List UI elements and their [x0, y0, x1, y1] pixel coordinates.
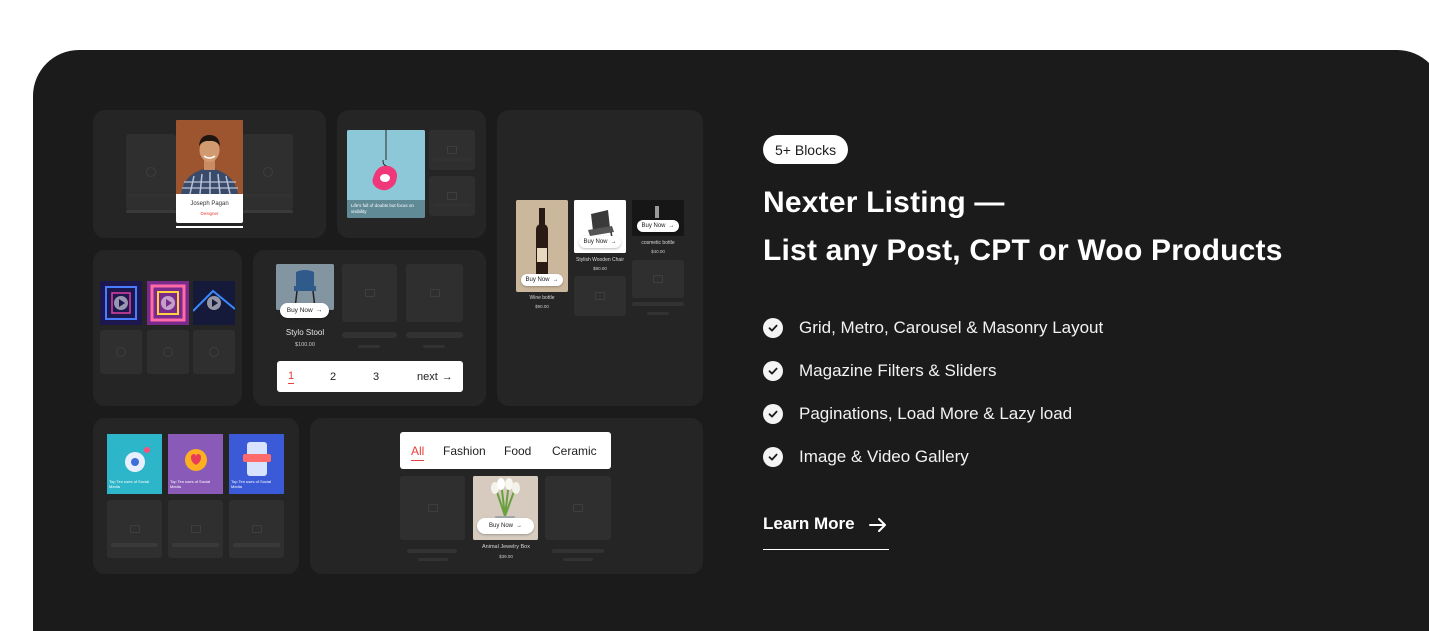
page-3[interactable]: 3 — [373, 371, 379, 383]
product-price: $39.00 — [499, 554, 513, 559]
tile-filter-gallery: All Fashion Food Ceramic Buy Now → Animal… — [310, 418, 703, 574]
feature-item: Paginations, Load More & Lazy load — [763, 404, 1072, 424]
page: Joseph Pagan Designer Life's full of dou… — [0, 0, 1429, 631]
placeholder-card — [400, 476, 465, 540]
learn-more-link[interactable]: Learn More — [763, 512, 889, 550]
product-name: Wine bottle — [529, 295, 555, 301]
profile-card[interactable]: Joseph Pagan Designer — [176, 120, 243, 223]
product-price: $40.00 — [651, 249, 665, 254]
placeholder-card — [545, 476, 611, 540]
tile-post-list: Life's full of doubts but focus on visib… — [337, 110, 486, 238]
feature-label: Paginations, Load More & Lazy load — [799, 404, 1073, 423]
tile-woo-products: Buy Now → Wine bottle $90.00 Buy Now → Sty… — [497, 110, 703, 406]
buy-now-button[interactable]: Buy Now → — [477, 518, 534, 534]
filter-tab-bar: All Fashion Food Ceramic — [400, 432, 611, 469]
feature-item: Grid, Metro, Carousel & Masonry Layout — [763, 318, 1103, 338]
placeholder-card — [168, 500, 223, 558]
product-name: Stylo Stool — [285, 328, 325, 337]
placeholder-card — [406, 264, 463, 322]
placeholder-card — [229, 500, 284, 558]
product-price: $90.00 — [535, 304, 549, 309]
carousel-indicator — [176, 226, 243, 228]
buy-now-button[interactable]: Buy Now → — [579, 236, 621, 248]
profile-role: Designer — [200, 211, 219, 216]
video-thumb-2[interactable] — [147, 281, 189, 325]
filter-tab-food[interactable]: Food — [504, 444, 531, 458]
check-circle-icon — [763, 361, 783, 381]
filter-tab-ceramic[interactable]: Ceramic — [552, 444, 597, 458]
feature-label: Image & Video Gallery — [799, 447, 969, 466]
placeholder-card — [429, 130, 475, 170]
page-2[interactable]: 2 — [330, 371, 336, 383]
headline-line-2: List any Post, CPT or Woo Products — [763, 234, 1283, 267]
video-thumb-3[interactable] — [193, 281, 235, 325]
buy-now-button[interactable]: Buy Now → — [280, 303, 329, 318]
feature-label: Grid, Metro, Carousel & Masonry Layout — [799, 318, 1104, 337]
tile-pagination: Buy Now → Stylo Stool $100.00 1 2 3 next → — [253, 250, 486, 406]
check-circle-icon — [763, 318, 783, 338]
tile-profile-carousel: Joseph Pagan Designer — [93, 110, 326, 238]
check-circle-icon — [763, 404, 783, 424]
arrow-right-icon: → — [610, 239, 617, 245]
product-price: $100.00 — [295, 342, 315, 348]
headline-line-1: Nexter Listing — — [763, 186, 1005, 219]
profile-photo — [176, 120, 243, 195]
social-card-title: Top Ten uses of Social Media — [109, 479, 149, 489]
learn-more-label: Learn More — [763, 514, 855, 533]
placeholder-video — [100, 330, 142, 374]
product-name: Stylish Wooden Chair — [576, 257, 624, 263]
placeholder-card — [632, 260, 684, 298]
pagination-bar: 1 2 3 next → — [277, 361, 463, 392]
placeholder-video — [193, 330, 235, 374]
filter-tab-fashion[interactable]: Fashion — [443, 444, 486, 458]
arrow-right-icon: → — [315, 307, 323, 314]
check-circle-icon — [763, 447, 783, 467]
placeholder-video — [147, 330, 189, 374]
arrow-right-icon: → — [516, 523, 522, 529]
placeholder-card — [574, 276, 626, 316]
post-caption: Life's full of doubts but focus on visib… — [351, 203, 414, 214]
placeholder-card — [342, 264, 397, 322]
feature-item: Magazine Filters & Sliders — [763, 361, 996, 381]
blocks-badge: 5+ Blocks — [763, 135, 849, 164]
placeholder-card — [107, 500, 162, 558]
buy-now-button[interactable]: Buy Now → — [521, 274, 563, 286]
next-page-button[interactable]: next → — [417, 371, 453, 383]
arrow-right-icon: → — [552, 277, 559, 283]
video-thumb-1[interactable] — [100, 281, 142, 325]
placeholder-card — [243, 134, 293, 210]
product-name: cosmetic bottle — [641, 240, 675, 246]
arrow-right-icon: → — [441, 370, 453, 383]
feature-item: Image & Video Gallery — [763, 447, 969, 467]
feature-label: Magazine Filters & Sliders — [799, 361, 997, 380]
product-name: Animal Jewelry Box — [482, 544, 530, 550]
filter-tab-all[interactable]: All — [411, 444, 425, 461]
product-price: $80.00 — [593, 266, 607, 271]
post-image — [347, 130, 425, 200]
placeholder-card — [429, 176, 475, 216]
tile-social-grid: Top Ten uses of Social Media Top Ten use… — [93, 418, 299, 574]
social-card-title: Top Ten uses of Social Media — [170, 479, 210, 489]
page-1[interactable]: 1 — [288, 370, 295, 384]
social-card-title: Top Ten uses of Social Media — [231, 479, 271, 489]
post-card[interactable]: Life's full of doubts but focus on visib… — [347, 130, 425, 218]
tile-video-gallery — [93, 250, 242, 406]
arrow-right-icon: → — [668, 223, 675, 229]
buy-now-button[interactable]: Buy Now → — [637, 220, 679, 232]
placeholder-card — [126, 134, 176, 210]
profile-name: Joseph Pagan — [190, 201, 229, 207]
arrow-right-icon — [868, 514, 887, 538]
